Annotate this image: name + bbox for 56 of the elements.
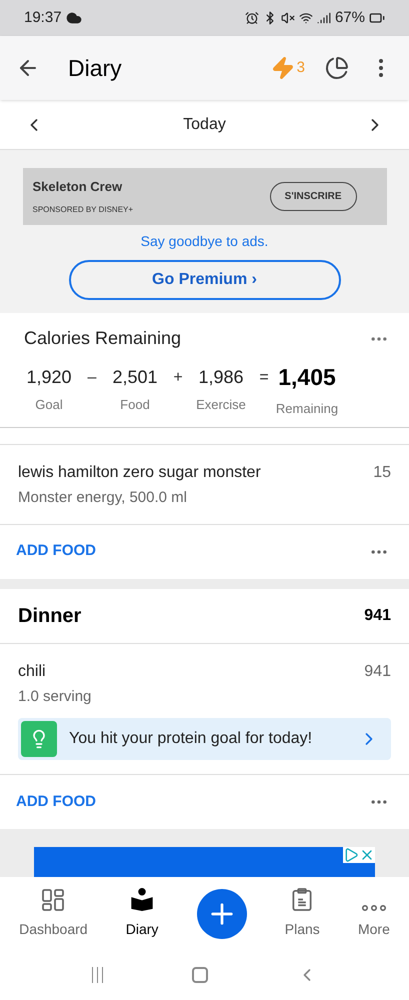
ad-choices-icon[interactable] xyxy=(343,847,359,863)
food-name: lewis hamilton zero sugar monster xyxy=(18,463,261,483)
calories-title: Calories Remaining xyxy=(24,327,182,350)
nav-tab[interactable]: Dashboard xyxy=(19,888,88,940)
nav-tab[interactable]: Diary xyxy=(126,888,158,940)
food-calories: 941 xyxy=(364,662,391,682)
nav-tab[interactable]: More xyxy=(358,888,390,940)
add-food-button[interactable]: ADD FOOD xyxy=(16,790,96,814)
home-icon[interactable] xyxy=(192,967,208,983)
signup-button[interactable]: S'INSCRIRE xyxy=(270,182,356,211)
operator: + xyxy=(172,368,184,388)
calorie-value: 1,986 xyxy=(198,366,244,389)
ad-banner[interactable] xyxy=(34,847,375,877)
calorie-label: Food xyxy=(120,396,150,414)
screen-title: Diary xyxy=(68,54,122,83)
battery-percent: 67% xyxy=(334,8,365,28)
lightbulb-icon xyxy=(21,721,57,757)
meal-total: 941 xyxy=(364,606,391,626)
reader-icon xyxy=(131,888,154,910)
remove-ads-text: Say goodbye to ads. xyxy=(140,232,268,251)
mute-icon xyxy=(280,11,295,25)
recent-apps-icon[interactable] xyxy=(92,967,104,983)
ad-title: Skeleton Crew xyxy=(32,178,124,196)
food-entry[interactable]: chili 941 1.0 serving xyxy=(0,644,409,718)
streak-count: 3 xyxy=(296,58,305,78)
calorie-label: Remaining xyxy=(276,400,338,418)
meal-title: Dinner xyxy=(18,604,82,628)
pie-chart-icon[interactable] xyxy=(325,56,349,80)
ad-sponsor: SPONSORED BY DISNEY+ xyxy=(32,204,134,216)
calorie-label: Goal xyxy=(35,396,63,414)
food-detail: Monster energy, 500.0 ml xyxy=(18,488,188,508)
add-food-button[interactable]: ADD FOOD xyxy=(16,540,96,563)
calorie-value: 2,501 xyxy=(112,366,158,389)
more-icon xyxy=(362,904,386,910)
operator: = xyxy=(258,368,270,388)
food-name: chili xyxy=(18,662,46,682)
food-detail: 1.0 serving xyxy=(18,686,92,706)
dashboard-icon xyxy=(42,888,64,910)
status-time: 19:37 xyxy=(24,8,62,28)
calorie-value: 1,405 xyxy=(278,363,336,392)
operator: – xyxy=(86,368,98,388)
ad-banner[interactable]: Skeleton Crew SPONSORED BY DISNEY+ S'INSCRIRE xyxy=(22,168,386,225)
go-premium-button[interactable]: Go Premium › xyxy=(68,260,340,300)
tip-text: You hit your protein goal for today! xyxy=(69,729,312,749)
date-label: Today xyxy=(182,114,227,134)
calorie-label: Exercise xyxy=(196,396,246,414)
food-entry[interactable]: lewis hamilton zero sugar monster 15 Monster energy, 500.0 ml xyxy=(0,445,409,524)
weather-icon xyxy=(66,10,82,26)
tip-banner[interactable]: You hit your protein goal for today! xyxy=(18,718,391,760)
nav-tab[interactable]: Plans xyxy=(284,888,320,940)
signal-icon xyxy=(316,11,331,25)
clipboard-icon xyxy=(292,888,312,910)
alarm-icon xyxy=(244,11,259,25)
wifi-icon xyxy=(298,11,313,25)
calorie-value: 1,920 xyxy=(26,366,72,389)
food-calories: 15 xyxy=(373,463,391,483)
